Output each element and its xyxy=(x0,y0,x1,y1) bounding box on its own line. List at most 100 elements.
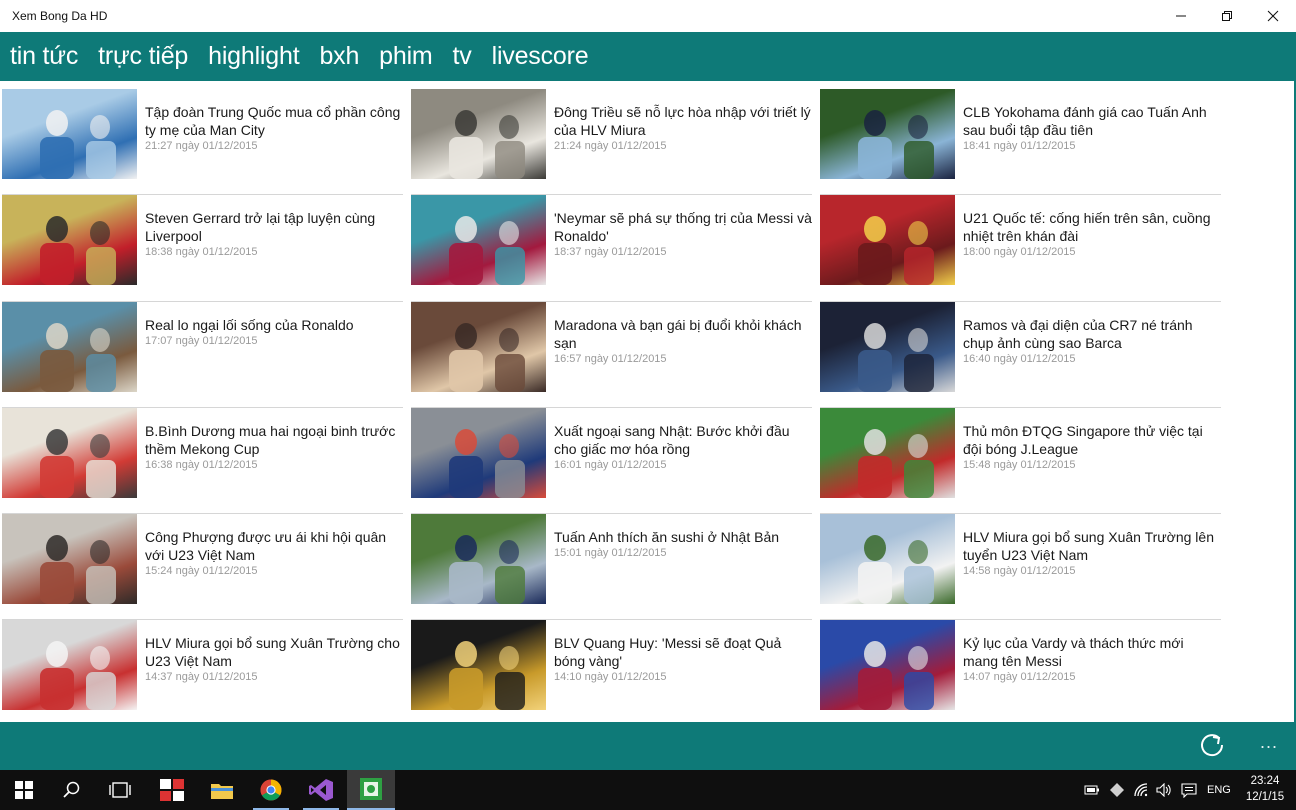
news-timestamp: 14:10 ngày 01/12/2015 xyxy=(554,671,667,684)
taskbar-app-tiles[interactable] xyxy=(148,770,196,810)
news-thumbnail[interactable] xyxy=(411,407,546,498)
clock-date: 12/1/15 xyxy=(1245,791,1285,803)
news-card[interactable]: Real lo ngại lối sống của Ronaldo 17:07 … xyxy=(2,301,411,408)
volume-icon[interactable] xyxy=(1156,770,1172,810)
news-headline[interactable]: Công Phượng được ưu ái khi hội quân với … xyxy=(145,528,403,564)
news-card[interactable]: B.Bình Dương mua hai ngoại binh trước th… xyxy=(2,407,411,515)
action-center-icon[interactable] xyxy=(1181,770,1197,810)
taskbar-file-explorer[interactable] xyxy=(198,770,246,810)
news-thumbnail[interactable] xyxy=(820,407,955,498)
news-card[interactable]: Ramos và đại diện của CR7 né tránh chụp … xyxy=(820,301,1229,408)
taskbar-clock[interactable]: 23:24 12/1/15 xyxy=(1240,773,1290,805)
folder-icon xyxy=(211,784,233,799)
news-headline[interactable]: HLV Miura gọi bổ sung Xuân Trường lên tu… xyxy=(963,528,1221,564)
close-button[interactable] xyxy=(1250,0,1296,32)
network-adapter-icon[interactable] xyxy=(1109,770,1125,810)
news-thumbnail[interactable] xyxy=(2,89,137,179)
news-thumbnail[interactable] xyxy=(820,89,955,179)
news-timestamp: 16:01 ngày 01/12/2015 xyxy=(554,458,667,471)
news-headline[interactable]: Ramos và đại diện của CR7 né tránh chụp … xyxy=(963,316,1221,352)
tab-truc-tiep[interactable]: trực tiếp xyxy=(98,42,188,71)
news-thumbnail[interactable] xyxy=(2,301,137,392)
news-thumbnail[interactable] xyxy=(411,89,546,179)
news-headline[interactable]: Real lo ngại lối sống của Ronaldo xyxy=(145,316,403,334)
taskbar-chrome[interactable] xyxy=(247,770,295,810)
news-timestamp: 15:48 ngày 01/12/2015 xyxy=(963,458,1076,471)
news-headline[interactable]: BLV Quang Huy: 'Messi sẽ đoạt Quả bóng v… xyxy=(554,634,812,670)
clock-time: 23:24 xyxy=(1250,775,1280,787)
football-app-icon xyxy=(360,778,382,800)
news-thumbnail[interactable] xyxy=(411,301,546,392)
battery-icon[interactable] xyxy=(1084,770,1100,810)
news-headline[interactable]: Tập đoàn Trung Quốc mua cổ phần công ty … xyxy=(145,103,403,139)
news-card[interactable]: Công Phượng được ưu ái khi hội quân với … xyxy=(2,514,411,621)
news-timestamp: 15:01 ngày 01/12/2015 xyxy=(554,547,667,560)
news-timestamp: 21:24 ngày 01/12/2015 xyxy=(554,140,667,152)
tab-tin-tuc[interactable]: tin tức xyxy=(10,42,78,71)
news-thumbnail[interactable] xyxy=(411,620,546,711)
news-thumbnail[interactable] xyxy=(820,301,955,392)
news-thumbnail[interactable] xyxy=(2,407,137,498)
news-thumbnail[interactable] xyxy=(2,514,137,605)
news-thumbnail[interactable] xyxy=(411,195,546,286)
minimize-button[interactable] xyxy=(1158,0,1204,32)
restore-button[interactable] xyxy=(1204,0,1250,32)
language-indicator[interactable]: ENG xyxy=(1207,770,1231,810)
tab-phim[interactable]: phim xyxy=(379,42,433,71)
news-card[interactable]: 'Neymar sẽ phá sự thống trị của Messi và… xyxy=(411,195,820,302)
taskbar-xem-bong-da[interactable] xyxy=(347,770,395,810)
tab-tv[interactable]: tv xyxy=(453,42,472,71)
news-headline[interactable]: Thủ môn ĐTQG Singapore thử việc tại đội … xyxy=(963,422,1221,458)
news-timestamp: 21:27 ngày 01/12/2015 xyxy=(145,140,258,152)
tab-highlight[interactable]: highlight xyxy=(208,42,300,71)
news-card[interactable]: CLB Yokohama đánh giá cao Tuấn Anh sau b… xyxy=(820,89,1229,196)
news-headline[interactable]: Maradona và bạn gái bị đuổi khỏi khách s… xyxy=(554,316,812,352)
news-card[interactable]: Đông Triều sẽ nỗ lực hòa nhập với triết … xyxy=(411,89,820,196)
news-thumbnail[interactable] xyxy=(411,514,546,605)
windows-logo-icon xyxy=(15,781,33,799)
news-card[interactable]: U21 Quốc tế: cống hiến trên sân, cuồng n… xyxy=(820,195,1229,302)
news-headline[interactable]: Đông Triều sẽ nỗ lực hòa nhập với triết … xyxy=(554,103,812,139)
news-thumbnail[interactable] xyxy=(820,514,955,605)
more-options-button[interactable]: ... xyxy=(1260,732,1278,753)
news-timestamp: 18:00 ngày 01/12/2015 xyxy=(963,246,1076,259)
refresh-icon[interactable] xyxy=(1199,732,1225,758)
app-bar: ... xyxy=(0,722,1296,770)
search-icon xyxy=(63,781,80,798)
news-timestamp: 18:38 ngày 01/12/2015 xyxy=(145,246,258,259)
news-thumbnail[interactable] xyxy=(820,195,955,286)
news-headline[interactable]: HLV Miura gọi bổ sung Xuân Trường cho U2… xyxy=(145,634,403,670)
news-timestamp: 15:24 ngày 01/12/2015 xyxy=(145,565,258,578)
news-card[interactable]: Steven Gerrard trở lại tập luyện cùng Li… xyxy=(2,195,411,302)
news-card[interactable]: Kỷ lục của Vardy và thách thức mới mang … xyxy=(820,620,1229,722)
news-headline[interactable]: 'Neymar sẽ phá sự thống trị của Messi và… xyxy=(554,209,812,245)
wifi-icon[interactable] xyxy=(1134,770,1150,810)
news-card[interactable]: Tập đoàn Trung Quốc mua cổ phần công ty … xyxy=(2,89,411,196)
task-view-button[interactable] xyxy=(96,770,144,810)
window-title: Xem Bong Da HD xyxy=(12,9,108,23)
news-card[interactable]: Maradona và bạn gái bị đuổi khỏi khách s… xyxy=(411,301,820,408)
taskbar-visual-studio[interactable] xyxy=(297,770,345,810)
news-thumbnail[interactable] xyxy=(2,195,137,286)
news-headline[interactable]: Kỷ lục của Vardy và thách thức mới mang … xyxy=(963,634,1221,670)
news-timestamp: 18:41 ngày 01/12/2015 xyxy=(963,140,1076,152)
news-card[interactable]: Xuất ngoại sang Nhật: Bước khởi đầu cho … xyxy=(411,407,820,515)
tab-livescore[interactable]: livescore xyxy=(492,42,589,71)
news-card[interactable]: HLV Miura gọi bổ sung Xuân Trường lên tu… xyxy=(820,514,1229,621)
news-card[interactable]: HLV Miura gọi bổ sung Xuân Trường cho U2… xyxy=(2,620,411,722)
news-thumbnail[interactable] xyxy=(2,620,137,711)
start-button[interactable] xyxy=(0,770,48,810)
news-headline[interactable]: Tuấn Anh thích ăn sushi ở Nhật Bản xyxy=(554,528,812,546)
news-timestamp: 16:38 ngày 01/12/2015 xyxy=(145,458,258,471)
news-card[interactable]: Tuấn Anh thích ăn sushi ở Nhật Bản 15:01… xyxy=(411,514,820,621)
tab-bxh[interactable]: bxh xyxy=(319,42,359,71)
news-headline[interactable]: U21 Quốc tế: cống hiến trên sân, cuồng n… xyxy=(963,209,1221,245)
news-thumbnail[interactable] xyxy=(820,620,955,711)
news-headline[interactable]: B.Bình Dương mua hai ngoại binh trước th… xyxy=(145,422,403,458)
search-button[interactable] xyxy=(48,770,96,810)
news-headline[interactable]: Steven Gerrard trở lại tập luyện cùng Li… xyxy=(145,209,403,245)
news-card[interactable]: BLV Quang Huy: 'Messi sẽ đoạt Quả bóng v… xyxy=(411,620,820,722)
news-headline[interactable]: CLB Yokohama đánh giá cao Tuấn Anh sau b… xyxy=(963,103,1221,139)
news-headline[interactable]: Xuất ngoại sang Nhật: Bước khởi đầu cho … xyxy=(554,422,812,458)
news-card[interactable]: Thủ môn ĐTQG Singapore thử việc tại đội … xyxy=(820,407,1229,515)
